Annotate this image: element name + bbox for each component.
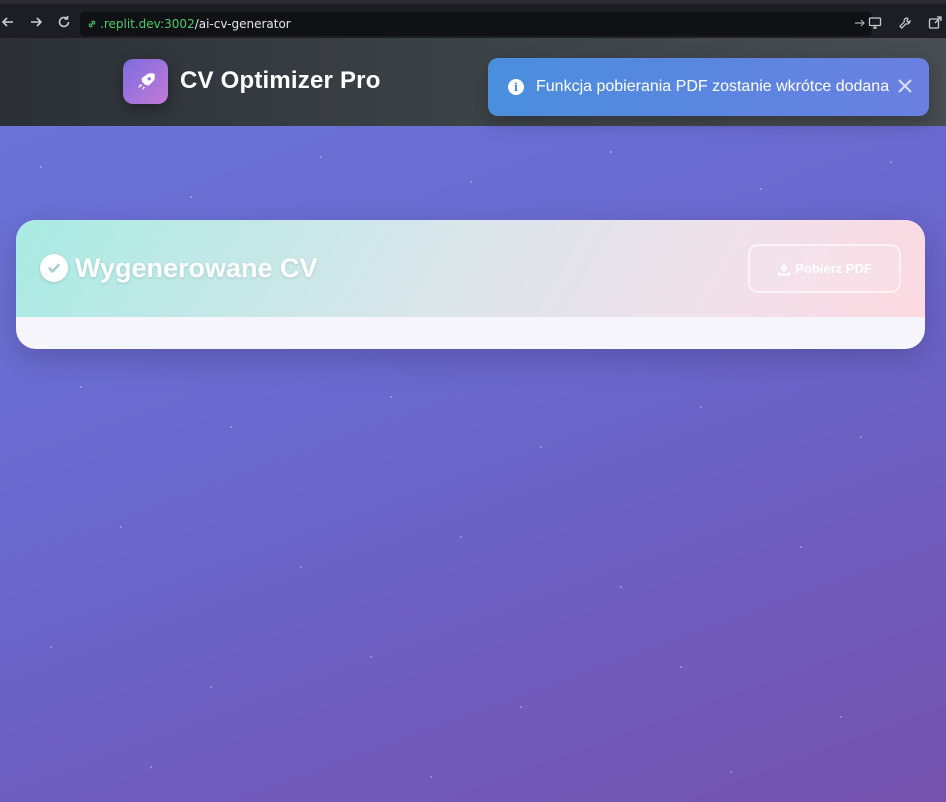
app-title: CV Optimizer Pro <box>180 67 381 94</box>
toolbar-icons <box>864 12 946 34</box>
download-pdf-button[interactable]: Pobierz PDF <box>748 244 901 293</box>
reload-icon[interactable] <box>50 8 78 36</box>
monitor-icon[interactable] <box>864 12 886 34</box>
download-icon <box>778 263 791 275</box>
rocket-icon <box>137 72 155 90</box>
toast-message: Funkcja pobierania PDF zostanie wkrótce … <box>536 78 890 95</box>
download-pdf-label: Pobierz PDF <box>795 261 872 276</box>
forward-icon[interactable] <box>22 8 50 36</box>
card-title: Wygenerowane CV <box>75 253 318 283</box>
back-icon[interactable] <box>0 8 22 36</box>
wrench-icon[interactable] <box>894 12 916 34</box>
app-logo[interactable] <box>123 59 168 104</box>
link-icon <box>88 20 96 28</box>
browser-toolbar: .replit.dev:3002/ai-cv-generator <box>0 0 946 38</box>
generated-cv-card: Wygenerowane CV Pobierz PDF <box>16 220 925 349</box>
info-icon: i <box>508 79 524 95</box>
check-circle-icon <box>40 254 68 282</box>
url-path: /ai-cv-generator <box>194 17 291 31</box>
card-header: Wygenerowane CV Pobierz PDF <box>16 220 925 317</box>
close-icon[interactable] <box>893 74 917 98</box>
url-host: .replit.dev:3002 <box>100 17 195 31</box>
address-bar[interactable]: .replit.dev:3002/ai-cv-generator <box>80 12 872 36</box>
open-external-icon[interactable] <box>924 12 946 34</box>
info-toast: i Funkcja pobierania PDF zostanie wkrótc… <box>488 58 929 116</box>
